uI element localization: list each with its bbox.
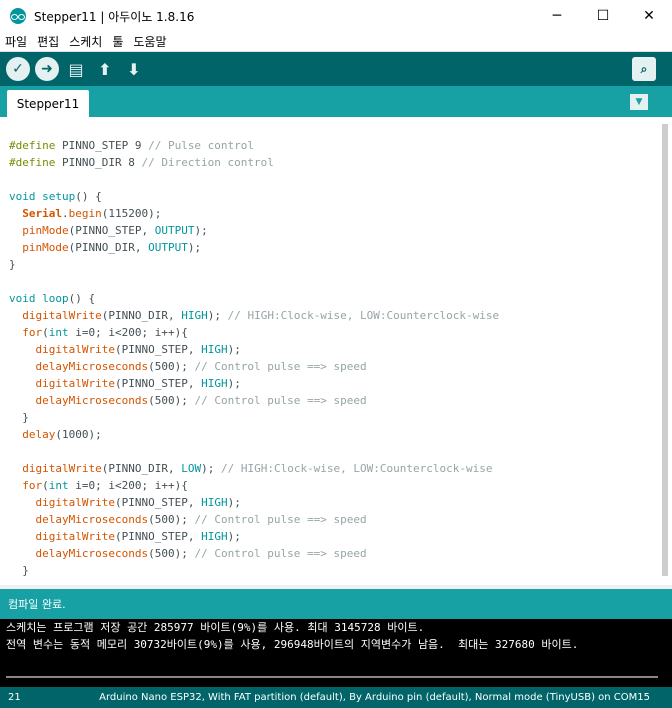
menu-edit[interactable]: 편집 <box>32 33 64 50</box>
menu-file[interactable]: 파일 <box>0 33 32 50</box>
tab-stepper11[interactable]: Stepper11 <box>7 90 89 117</box>
arduino-logo-icon <box>10 8 26 24</box>
window-title: Stepper11 | 아두이노 1.8.16 <box>34 9 195 24</box>
upload-button[interactable]: ➜ <box>35 57 59 81</box>
close-button[interactable]: ✕ <box>626 0 672 32</box>
console-line: 전역 변수는 동적 메모리 30732바이트(9%)를 사용, 296948바이… <box>6 638 579 651</box>
menu-help[interactable]: 도움말 <box>128 33 171 50</box>
title-bar: Stepper11 | 아두이노 1.8.16 ─ ☐ ✕ <box>0 0 672 32</box>
code-text: #define PINNO_STEP 9 // Pulse control #d… <box>9 139 500 577</box>
editor-scrollbar-thumb[interactable] <box>662 124 668 576</box>
status-message: 컴파일 완료. <box>0 589 672 619</box>
board-info: Arduino Nano ESP32, With FAT partition (… <box>99 692 650 703</box>
tab-menu-button[interactable]: ▼ <box>630 94 648 110</box>
menu-tools[interactable]: 툴 <box>107 33 128 50</box>
console-line: 스케치는 프로그램 저장 공간 285977 바이트(9%)를 사용. 최대 3… <box>6 621 425 634</box>
verify-button[interactable]: ✓ <box>6 57 30 81</box>
tab-bar: Stepper11 ▼ <box>0 86 672 117</box>
new-button[interactable]: ▤ <box>64 57 88 81</box>
serial-monitor-button[interactable]: ⌕ <box>632 57 656 81</box>
maximize-button[interactable]: ☐ <box>580 0 626 32</box>
open-button[interactable]: ⬆ <box>93 57 117 81</box>
save-button[interactable]: ⬇ <box>122 57 146 81</box>
code-editor[interactable]: #define PINNO_STEP 9 // Pulse control #d… <box>0 117 672 585</box>
minimize-button[interactable]: ─ <box>534 0 580 32</box>
footer-bar: 21 Arduino Nano ESP32, With FAT partitio… <box>0 687 672 708</box>
line-number: 21 <box>8 692 21 703</box>
console-scrollbar[interactable] <box>6 676 658 678</box>
toolbar: ✓ ➜ ▤ ⬆ ⬇ <box>0 52 672 86</box>
menu-sketch[interactable]: 스케치 <box>64 33 107 50</box>
editor-scrollbar[interactable] <box>662 124 668 576</box>
menu-bar: 파일 편집 스케치 툴 도움말 <box>0 32 672 52</box>
